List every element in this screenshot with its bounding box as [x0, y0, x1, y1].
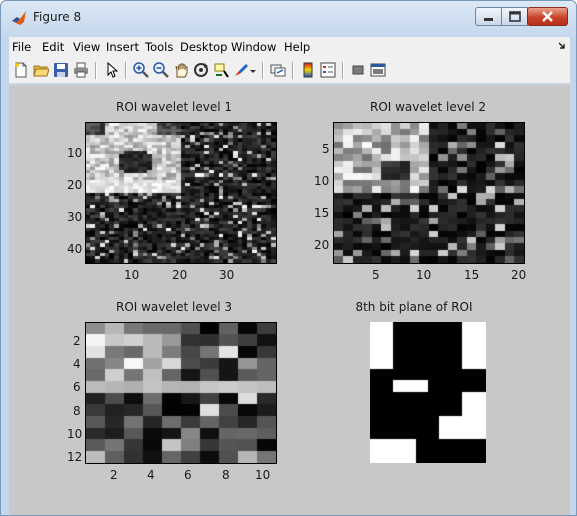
axes-3-xtick: 2: [110, 468, 118, 482]
legend-icon[interactable]: [320, 62, 336, 78]
axes-2-xtick: 20: [511, 268, 527, 282]
window-title: Figure 8: [33, 10, 82, 24]
axes-3-xtick: 10: [255, 468, 271, 482]
brush-icon[interactable]: [233, 62, 249, 78]
figure-window: Figure 8 File Edit View Insert Tools Des…: [0, 0, 577, 516]
axes-3-ytick: 8: [73, 404, 81, 418]
show-plot-tools-icon[interactable]: [370, 62, 386, 78]
print-icon[interactable]: [73, 62, 89, 78]
menu-file[interactable]: File: [12, 40, 31, 54]
axes-2-image[interactable]: [333, 122, 525, 264]
axes-2-title: ROI wavelet level 2: [369, 100, 486, 114]
axes-3-ytick: 2: [73, 334, 81, 348]
menu-desktop[interactable]: Desktop: [180, 40, 227, 54]
menu-insert[interactable]: Insert: [106, 40, 139, 54]
axes-3-ytick: 4: [73, 357, 81, 371]
axes-1-ytick: 30: [67, 210, 83, 224]
pointer-icon[interactable]: [103, 62, 119, 78]
hide-plot-tools-icon[interactable]: [350, 62, 366, 78]
title-bar[interactable]: Figure 8: [1, 1, 576, 37]
axes-3-xtick: 8: [222, 468, 230, 482]
axes-1-ytick: 40: [67, 242, 83, 256]
colorbar-icon[interactable]: [300, 62, 316, 78]
maximize-icon: [509, 11, 521, 22]
brush-dropdown-icon[interactable]: [249, 62, 257, 78]
axes-1-image[interactable]: [85, 122, 277, 264]
axes-3-ytick: 10: [67, 427, 83, 441]
axes-2-ytick: 10: [314, 174, 330, 188]
minimize-button[interactable]: [475, 7, 502, 26]
matlab-logo-icon: [12, 11, 26, 25]
plot2-pixels: [86, 323, 276, 463]
axes-2-ytick: 15: [314, 206, 330, 220]
axes-3-xtick: 4: [147, 468, 155, 482]
dock-arrow-icon[interactable]: [558, 42, 566, 50]
axes-1-xtick: 10: [124, 268, 140, 282]
axes-2-xtick: 5: [372, 268, 380, 282]
axes-1-xtick: 30: [219, 268, 235, 282]
pan-icon[interactable]: [173, 62, 189, 78]
toolbar-separator: [95, 62, 97, 79]
axes-3-ytick: 12: [67, 450, 83, 464]
minimize-icon: [484, 18, 493, 21]
plot1-pixels: [334, 123, 524, 263]
axes-1-xtick: 20: [172, 268, 188, 282]
axes-3-ytick: 6: [73, 380, 81, 394]
toolbar-separator: [125, 62, 127, 79]
toolbar-separator: [292, 62, 294, 79]
zoom-in-icon[interactable]: [133, 62, 149, 78]
close-icon: [542, 11, 553, 22]
menu-window[interactable]: Window: [231, 40, 276, 54]
menu-edit[interactable]: Edit: [42, 40, 64, 54]
rotate-3d-icon[interactable]: [193, 62, 209, 78]
figure-bottom-edge: [9, 509, 570, 515]
axes-3-image[interactable]: [85, 322, 277, 464]
figure-canvas[interactable]: ROI wavelet level 1 10 20 30 40 10 20 30…: [9, 85, 570, 509]
axes-4-image[interactable]: [370, 322, 486, 463]
axes-1-ytick: 20: [67, 178, 83, 192]
open-file-icon[interactable]: [33, 62, 49, 78]
toolbar-separator: [342, 62, 344, 79]
axes-2-xtick: 15: [464, 268, 480, 282]
menu-tools[interactable]: Tools: [145, 40, 173, 54]
axes-2-ytick: 20: [314, 238, 330, 252]
close-button[interactable]: [527, 7, 568, 26]
tool-bar: [9, 57, 570, 84]
axes-3-xtick: 6: [184, 468, 192, 482]
axes-3-title: ROI wavelet level 3: [115, 300, 232, 314]
axes-4-title: 8th bit plane of ROI: [355, 300, 473, 314]
save-icon[interactable]: [53, 62, 69, 78]
link-plot-icon[interactable]: [270, 62, 286, 78]
axes-2-ytick: 5: [322, 142, 330, 156]
data-cursor-icon[interactable]: [213, 62, 229, 78]
menu-view[interactable]: View: [73, 40, 100, 54]
plot3-pixels: [370, 322, 486, 463]
toolbar-separator: [262, 62, 264, 79]
menu-bar: File Edit View Insert Tools Desktop Wind…: [9, 37, 570, 57]
maximize-button[interactable]: [501, 7, 528, 26]
axes-1-title: ROI wavelet level 1: [115, 100, 232, 114]
plot0-pixels: [86, 123, 276, 263]
menu-help[interactable]: Help: [284, 40, 310, 54]
zoom-out-icon[interactable]: [153, 62, 169, 78]
axes-2-xtick: 10: [416, 268, 432, 282]
new-figure-icon[interactable]: [13, 62, 29, 78]
axes-1-ytick: 10: [67, 146, 83, 160]
